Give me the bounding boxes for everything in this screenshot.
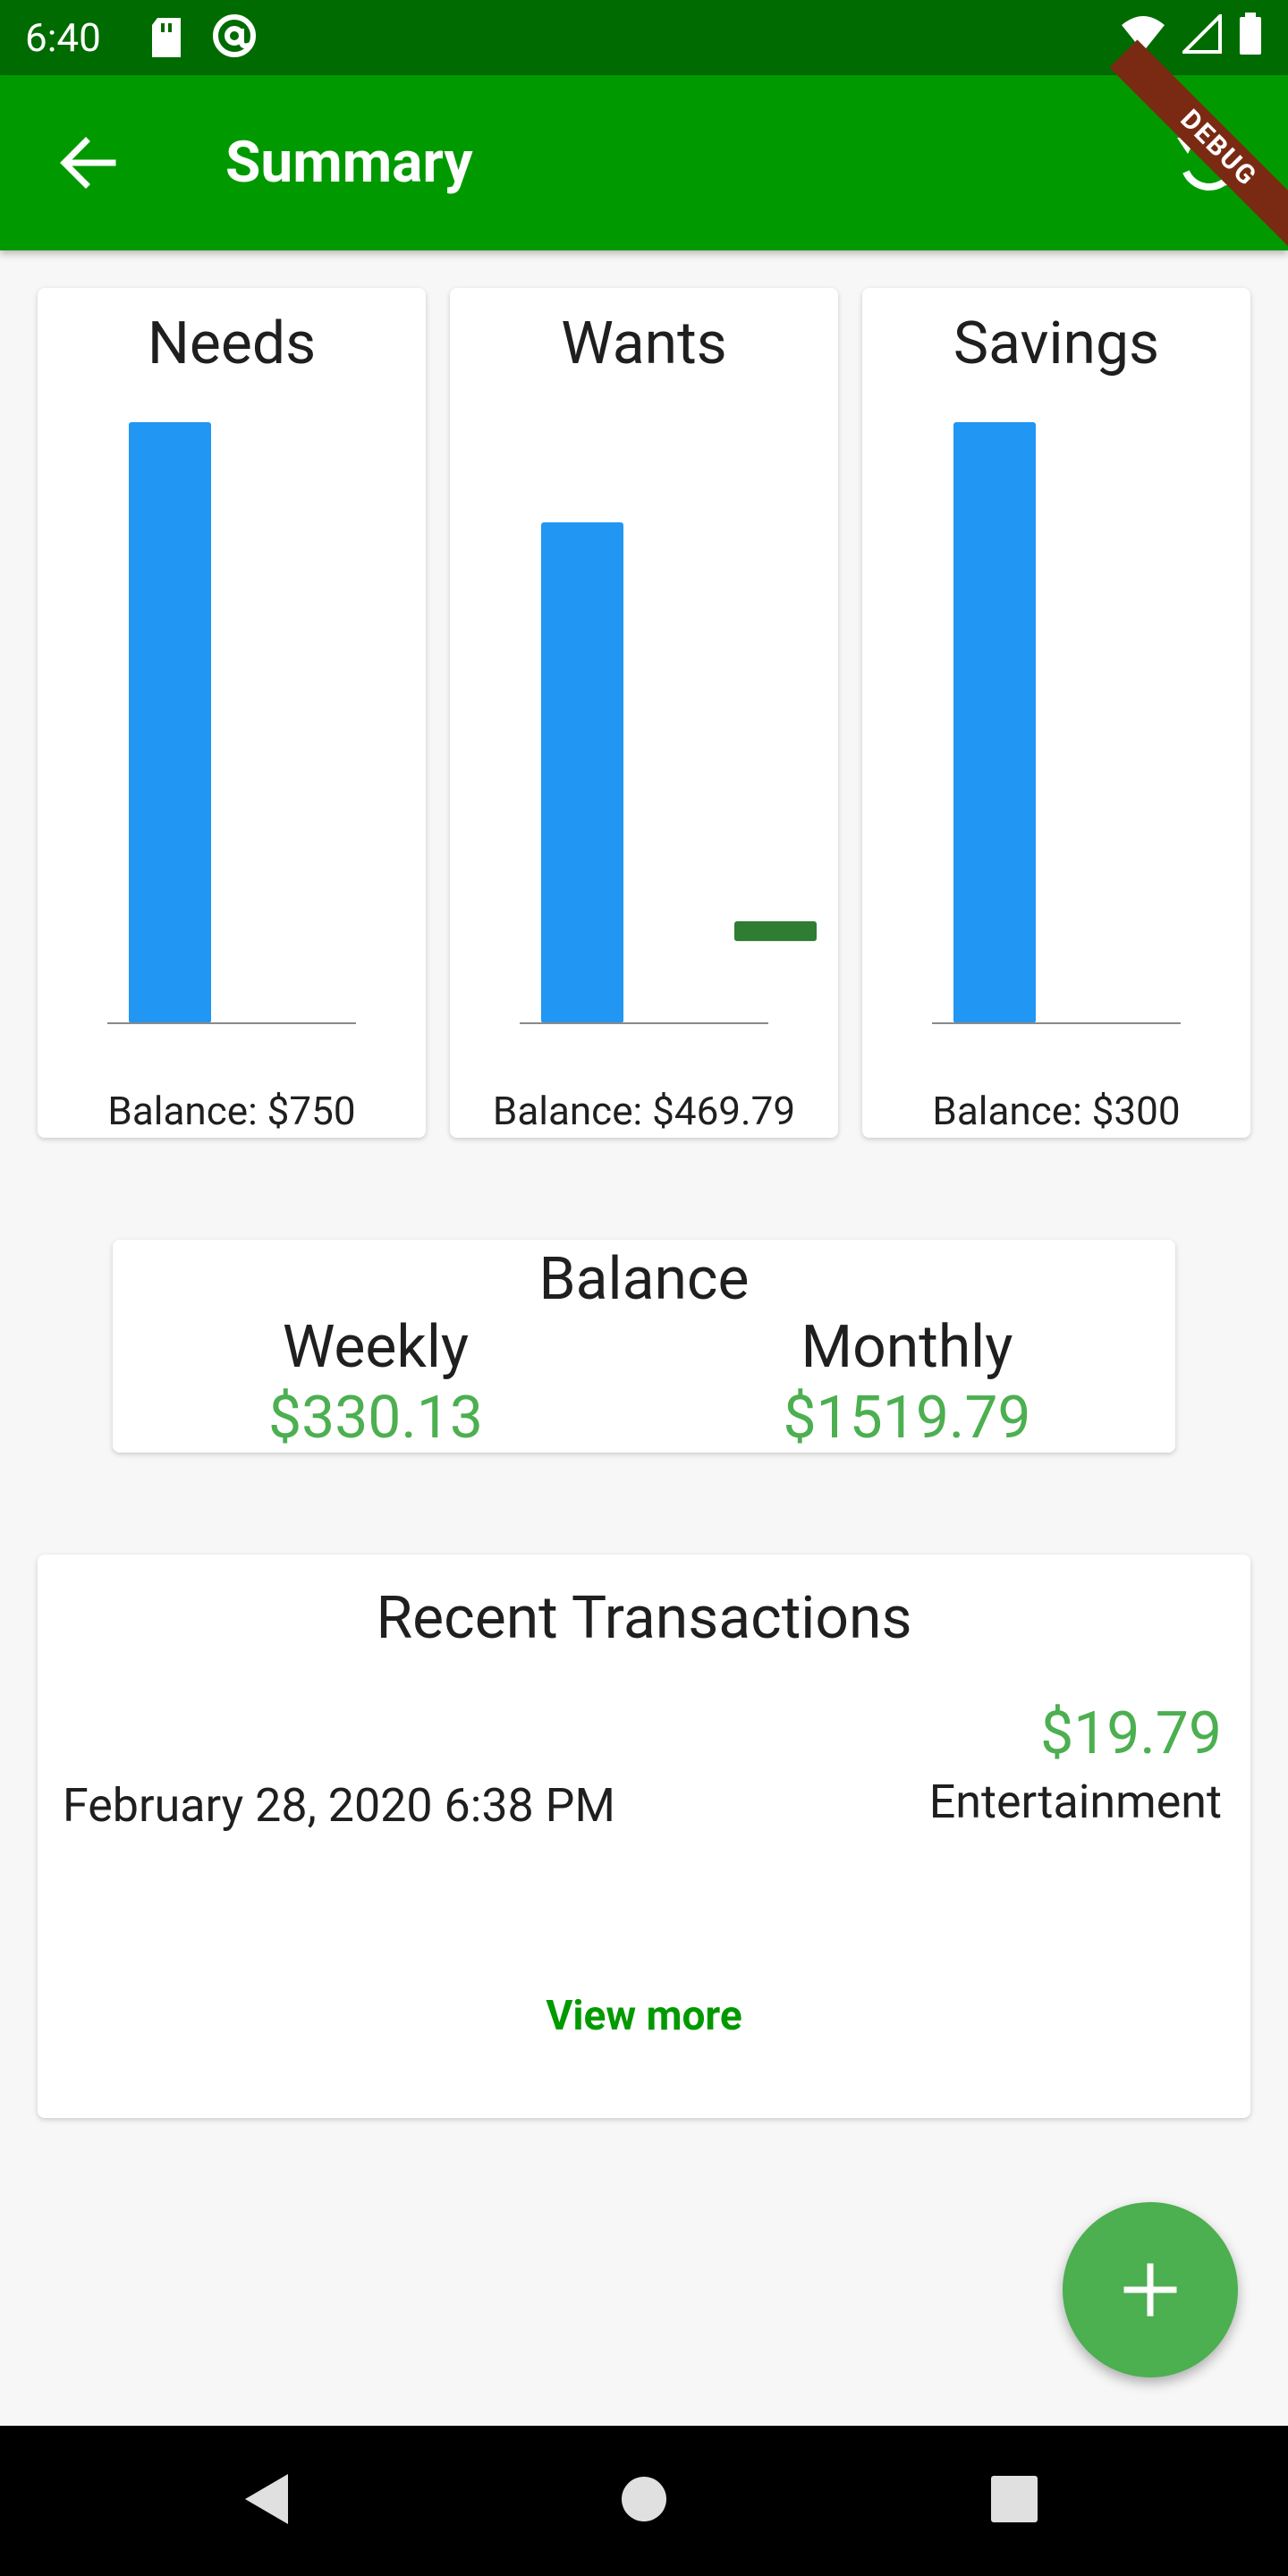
recent-transactions-card: Recent Transactions $19.79 February 28, … — [38, 1555, 1250, 2118]
savings-chart-card: Savings Balance: $300 — [862, 288, 1250, 1138]
status-bar: 6:40 — [0, 0, 1288, 75]
wants-bar-chart — [520, 522, 817, 1024]
sd-card-icon — [152, 18, 181, 57]
weekly-balance: Weekly $330.13 — [134, 1311, 617, 1453]
signal-icon — [1182, 14, 1222, 54]
transaction-category: Entertainment — [928, 1775, 1222, 1829]
arrow-left-icon[interactable] — [54, 129, 122, 197]
chart-balance: Balance: $300 — [932, 1088, 1181, 1134]
savings-bar-chart — [932, 422, 1181, 1024]
weekly-label: Weekly — [282, 1313, 470, 1382]
app-bar: Summary DEBUG — [0, 39, 1288, 258]
status-time: 6:40 — [25, 14, 101, 61]
chart-balance: Balance: $750 — [107, 1088, 356, 1134]
at-sign-icon — [213, 14, 256, 57]
needs-chart-card: Needs Balance: $750 — [38, 288, 426, 1138]
balance-title: Balance — [538, 1245, 750, 1314]
monthly-value: $1519.79 — [783, 1384, 1031, 1453]
bar-allocated — [953, 422, 1036, 1023]
nav-back-icon[interactable] — [242, 2470, 292, 2528]
needs-bar-chart — [107, 422, 356, 1024]
bar-allocated — [541, 522, 623, 1023]
nav-home-icon[interactable] — [621, 2476, 667, 2522]
weekly-value: $330.13 — [268, 1384, 483, 1453]
view-more-button[interactable]: View more — [38, 1987, 1250, 2045]
bar-spent — [734, 921, 817, 942]
system-nav-bar — [0, 2426, 1288, 2576]
add-transaction-button[interactable] — [1063, 2202, 1238, 2377]
wants-chart-card: Wants Balance: $469.79 — [450, 288, 838, 1138]
page-title: Summary — [225, 129, 473, 196]
battery-icon — [1240, 13, 1261, 55]
nav-recents-icon[interactable] — [991, 2476, 1038, 2522]
chart-balance: Balance: $469.79 — [492, 1088, 796, 1134]
balance-card: Balance Weekly $330.13 Monthly $1519.79 — [113, 1240, 1175, 1453]
transaction-date: February 28, 2020 6:38 PM — [63, 1778, 615, 1833]
plus-icon — [1123, 2263, 1177, 2317]
recent-transactions-title: Recent Transactions — [376, 1584, 912, 1653]
transaction-amount: $19.79 — [1040, 1699, 1222, 1768]
monthly-balance: Monthly $1519.79 — [665, 1311, 1148, 1453]
bar-allocated — [129, 422, 211, 1023]
monthly-label: Monthly — [801, 1313, 1013, 1382]
